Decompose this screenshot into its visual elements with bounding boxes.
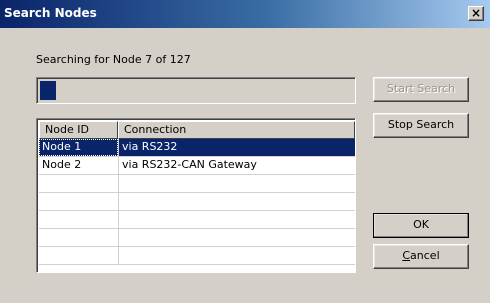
table-row	[39, 247, 355, 265]
table-row	[39, 193, 355, 211]
column-header-node-id[interactable]: Node ID	[39, 121, 118, 139]
connection-cell: via RS232	[118, 139, 355, 156]
node-id-cell: Node 1	[39, 139, 118, 156]
connection-cell	[118, 193, 355, 210]
node-id-cell	[39, 175, 118, 192]
connection-cell	[118, 211, 355, 228]
ok-button[interactable]: OK	[373, 213, 469, 238]
cancel-button[interactable]: Cancel	[373, 244, 469, 269]
table-row[interactable]: Node 1 via RS232	[39, 139, 355, 157]
node-list[interactable]: Node ID Connection Node 1 via RS232 Node 2…	[36, 118, 356, 273]
cancel-label-rest: ancel	[410, 249, 440, 262]
table-row	[39, 229, 355, 247]
search-nodes-dialog: Search Nodes × Searching for Node 7 of 1…	[0, 0, 490, 303]
window-title: Search Nodes	[4, 6, 97, 20]
table-row	[39, 211, 355, 229]
table-row	[39, 175, 355, 193]
node-id-cell	[39, 193, 118, 210]
node-id-cell	[39, 247, 118, 264]
close-icon: ×	[470, 6, 482, 20]
connection-cell	[118, 229, 355, 246]
connection-cell	[118, 247, 355, 264]
close-button[interactable]: ×	[468, 6, 484, 21]
stop-search-button[interactable]: Stop Search	[373, 113, 469, 138]
list-header: Node ID Connection	[39, 121, 355, 139]
cancel-mnemonic: C	[402, 249, 411, 262]
node-id-cell	[39, 229, 118, 246]
connection-cell	[118, 175, 355, 192]
start-search-button[interactable]: Start Search	[373, 77, 469, 102]
search-progress-bar	[36, 77, 356, 104]
connection-cell: via RS232-CAN Gateway	[118, 157, 355, 174]
table-row[interactable]: Node 2 via RS232-CAN Gateway	[39, 157, 355, 175]
node-id-cell	[39, 211, 118, 228]
column-header-connection[interactable]: Connection	[118, 121, 355, 139]
node-id-cell: Node 2	[42, 158, 82, 171]
search-status-label: Searching for Node 7 of 127	[36, 53, 191, 66]
progress-fill	[40, 81, 56, 100]
title-bar[interactable]: Search Nodes ×	[0, 0, 490, 28]
